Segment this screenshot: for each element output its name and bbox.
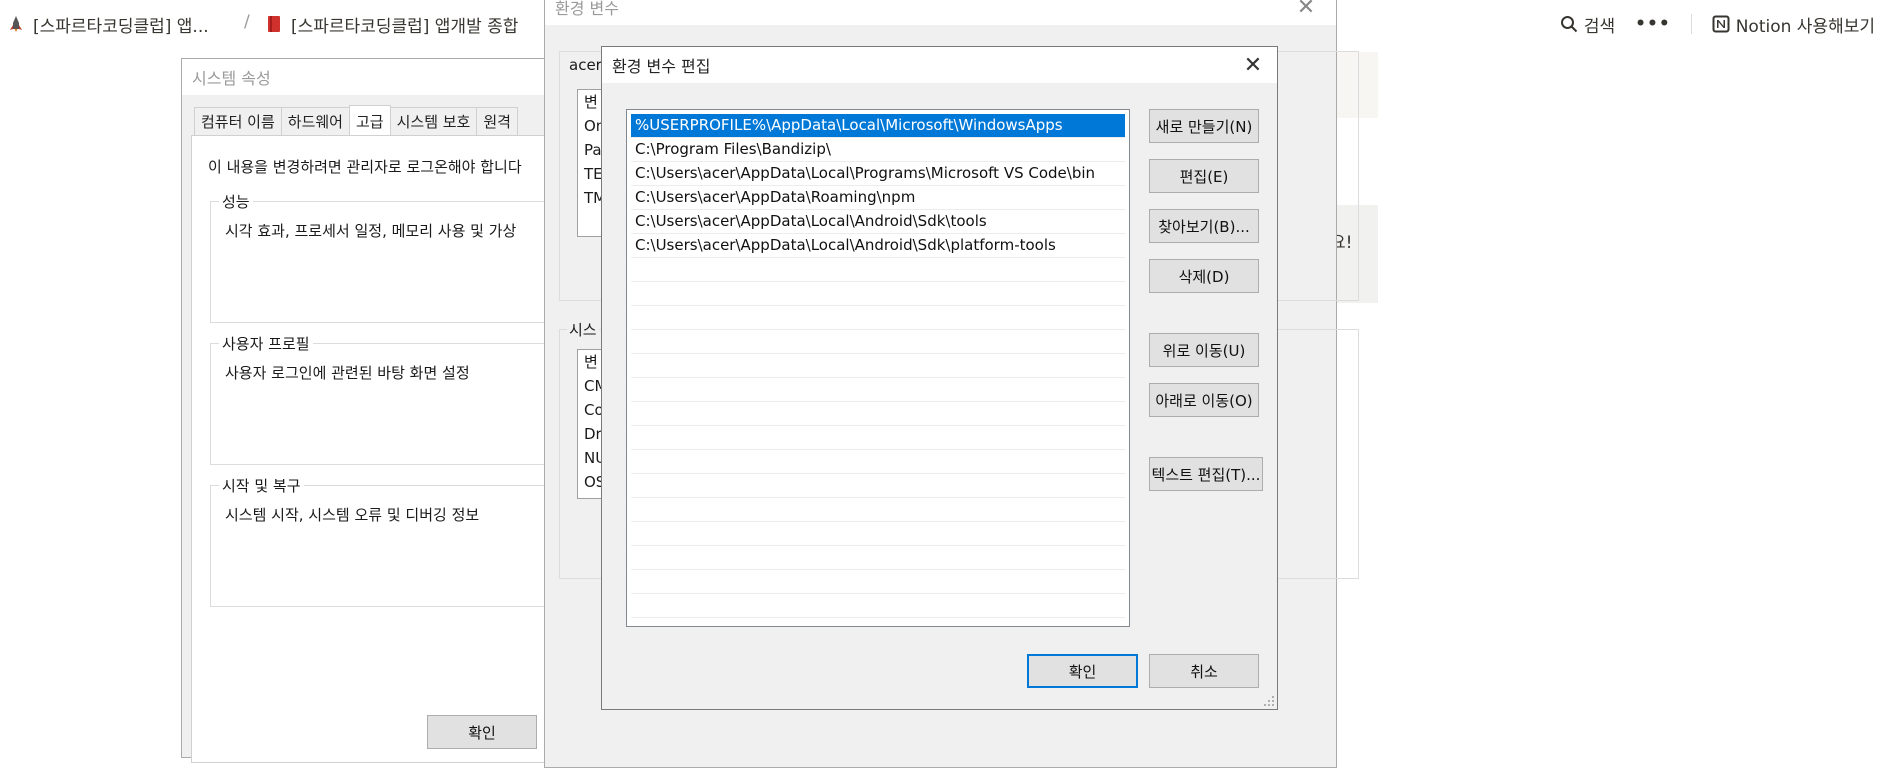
empty-row[interactable] <box>631 258 1125 282</box>
close-icon[interactable]: ✕ <box>1231 47 1275 83</box>
new-button[interactable]: 새로 만들기(N) <box>1149 109 1259 143</box>
path-row[interactable]: C:\Users\acer\AppData\Local\Android\Sdk\… <box>631 234 1125 258</box>
browse-button[interactable]: 찾아보기(B)... <box>1149 209 1259 243</box>
group-legend: 시작 및 복구 <box>219 475 304 496</box>
tab-system-protection[interactable]: 시스템 보호 <box>389 107 478 135</box>
tab-bar: 컴퓨터 이름 하드웨어 고급 시스템 보호 원격 <box>194 105 518 137</box>
breadcrumb-item-1[interactable]: [스파르타코딩클럽] 앱... <box>8 12 209 37</box>
path-row[interactable]: C:\Users\acer\AppData\Local\Android\Sdk\… <box>631 210 1125 234</box>
user-profiles-group: 사용자 프로필 사용자 로그인에 관련된 바탕 화면 설정 <box>210 333 570 465</box>
performance-group: 성능 시각 효과, 프로세서 일정, 메모리 사용 및 가상 <box>210 191 570 323</box>
group-legend: 성능 <box>219 191 253 212</box>
close-icon[interactable]: ✕ <box>1284 0 1328 25</box>
book-icon <box>268 16 280 32</box>
system-properties-dialog: 시스템 속성 컴퓨터 이름 하드웨어 고급 시스템 보호 원격 이 내용을 변경… <box>181 58 570 763</box>
rocket-icon <box>10 16 22 32</box>
delete-button[interactable]: 삭제(D) <box>1149 259 1259 293</box>
empty-row[interactable] <box>631 498 1125 522</box>
path-row[interactable]: %USERPROFILE%\AppData\Local\Microsoft\Wi… <box>631 114 1125 138</box>
move-down-button[interactable]: 아래로 이동(O) <box>1149 383 1259 417</box>
tab-computer-name[interactable]: 컴퓨터 이름 <box>194 107 282 135</box>
edit-button[interactable]: 편집(E) <box>1149 159 1259 193</box>
group-description: 시각 효과, 프로세서 일정, 메모리 사용 및 가상 <box>225 222 517 240</box>
move-up-button[interactable]: 위로 이동(U) <box>1149 333 1259 367</box>
search-icon <box>1560 16 1578 33</box>
tab-hardware[interactable]: 하드웨어 <box>280 107 350 135</box>
search-button[interactable]: 검색 <box>1554 12 1621 37</box>
admin-notice: 이 내용을 변경하려면 관리자로 로그온해야 합니다 <box>208 158 522 176</box>
tab-remote[interactable]: 원격 <box>476 107 518 135</box>
group-description: 시스템 시작, 시스템 오류 및 디버깅 정보 <box>225 506 480 524</box>
system-variables-label: 시스 <box>567 319 599 340</box>
breadcrumb-item-2[interactable]: [스파르타코딩클럽] 앱개발 종합 <box>266 12 519 37</box>
empty-row[interactable] <box>631 570 1125 594</box>
user-variables-label: acer <box>567 56 604 74</box>
cancel-button[interactable]: 취소 <box>1149 654 1259 688</box>
empty-row[interactable] <box>631 474 1125 498</box>
notion-logo-icon <box>1712 15 1730 33</box>
edit-environment-variable-dialog: 환경 변수 편집 ✕ %USERPROFILE%\AppData\Local\M… <box>601 46 1278 710</box>
try-notion-button[interactable]: Notion 사용해보기 <box>1706 12 1881 37</box>
path-row[interactable]: C:\Users\acer\AppData\Roaming\npm <box>631 186 1125 210</box>
empty-row[interactable] <box>631 402 1125 426</box>
group-legend: 사용자 프로필 <box>219 333 313 354</box>
empty-row[interactable] <box>631 330 1125 354</box>
path-list[interactable]: %USERPROFILE%\AppData\Local\Microsoft\Wi… <box>626 109 1130 627</box>
search-label: 검색 <box>1583 16 1616 37</box>
topbar-divider <box>1690 14 1692 34</box>
try-notion-label: Notion 사용해보기 <box>1735 16 1875 37</box>
more-icon: ••• <box>1635 14 1671 34</box>
empty-row[interactable] <box>631 354 1125 378</box>
tab-advanced[interactable]: 고급 <box>348 105 391 137</box>
dialog-title: 시스템 속성 <box>182 59 560 95</box>
more-button[interactable]: ••• <box>1629 14 1677 34</box>
edit-text-button[interactable]: 텍스트 편집(T)... <box>1149 457 1263 491</box>
group-description: 사용자 로그인에 관련된 바탕 화면 설정 <box>225 364 470 382</box>
empty-row[interactable] <box>631 306 1125 330</box>
path-row[interactable]: C:\Program Files\Bandizip\ <box>631 138 1125 162</box>
empty-row[interactable] <box>631 522 1125 546</box>
breadcrumb-label-1: [스파르타코딩클럽] 앱... <box>33 16 209 37</box>
empty-row[interactable] <box>631 450 1125 474</box>
ok-button[interactable]: 확인 <box>1027 654 1138 688</box>
empty-row[interactable] <box>631 546 1125 570</box>
empty-row[interactable] <box>631 378 1125 402</box>
dialog-title: 환경 변수 <box>545 0 1336 25</box>
empty-row[interactable] <box>631 594 1125 618</box>
dialog-title: 환경 변수 편집 <box>602 47 1277 83</box>
ok-button[interactable]: 확인 <box>427 715 537 749</box>
startup-recovery-group: 시작 및 복구 시스템 시작, 시스템 오류 및 디버깅 정보 <box>210 475 570 607</box>
breadcrumb-separator: / <box>244 12 250 32</box>
topbar-actions: 검색 ••• Notion 사용해보기 <box>1554 10 1881 38</box>
breadcrumb-label-2: [스파르타코딩클럽] 앱개발 종합 <box>291 16 519 37</box>
empty-row[interactable] <box>631 426 1125 450</box>
resize-grip-icon[interactable] <box>1263 695 1275 707</box>
path-row[interactable]: C:\Users\acer\AppData\Local\Programs\Mic… <box>631 162 1125 186</box>
empty-row[interactable] <box>631 282 1125 306</box>
